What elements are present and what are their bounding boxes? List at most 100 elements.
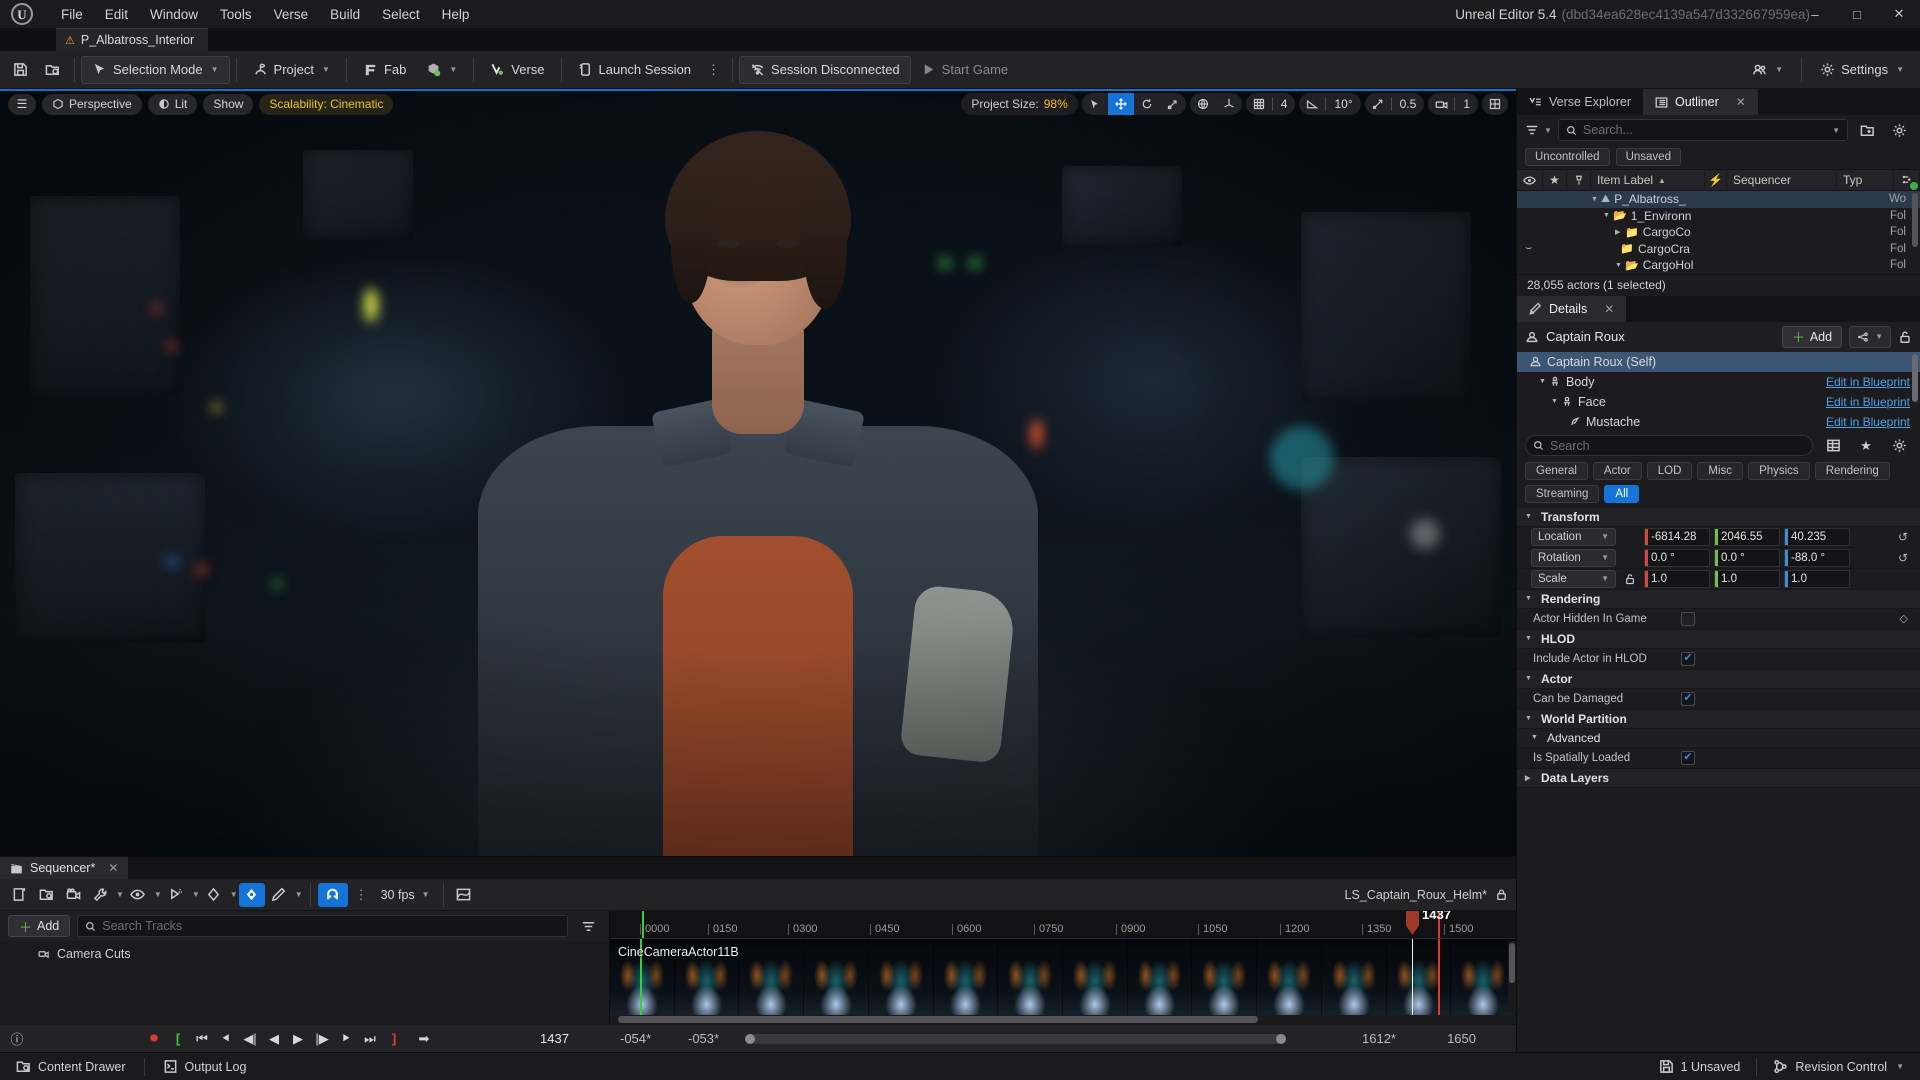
next-key-icon[interactable]: ⯈	[335, 1028, 357, 1050]
launch-session-button[interactable]: Launch Session	[568, 56, 702, 84]
can-be-damaged-checkbox[interactable]	[1681, 692, 1695, 706]
grid-snap-icon[interactable]	[1246, 93, 1272, 115]
magnet-icon[interactable]	[318, 883, 348, 907]
menu-build[interactable]: Build	[319, 0, 371, 28]
filter-icon[interactable]: ▼	[1525, 123, 1552, 137]
column-item-label[interactable]: Item Label ▲	[1591, 169, 1705, 191]
component-scrollbar[interactable]	[1912, 354, 1918, 402]
unreal-logo[interactable]: U	[0, 0, 44, 28]
chevron-down-icon[interactable]: ▼	[1832, 126, 1840, 135]
set-start-bracket-icon[interactable]: [	[167, 1028, 189, 1050]
menu-edit[interactable]: Edit	[94, 0, 139, 28]
fps-selector[interactable]: 30 fps ▼	[375, 888, 436, 902]
world-space-icon[interactable]	[1190, 93, 1216, 115]
outliner-row-cargohol[interactable]: ▼ 📂 CargoHol Fol	[1517, 257, 1920, 274]
timeline-range-slider[interactable]	[745, 1034, 1286, 1044]
include-hlod-checkbox[interactable]	[1681, 652, 1695, 666]
expand-triangle-icon[interactable]: ▼	[1539, 378, 1549, 385]
revision-control-button[interactable]: Revision Control ▼	[1763, 1055, 1914, 1079]
filter-misc[interactable]: Misc	[1697, 462, 1743, 480]
snap-options-icon[interactable]: ⋮	[349, 887, 374, 903]
section-data-layers[interactable]: ▶ Data Layers	[1517, 769, 1920, 788]
rotation-x-input[interactable]: 0.0 °	[1644, 549, 1710, 567]
add-component-button[interactable]: ＋ Add	[1782, 326, 1842, 348]
columns-icon[interactable]	[1820, 434, 1846, 458]
eye-closed-icon[interactable]: ⌣	[1525, 242, 1532, 255]
sequencer-timeline[interactable]: 0000 0150 0300 0450 0600 0750 0900 1050 …	[610, 911, 1516, 1024]
set-end-bracket-icon[interactable]: ]	[383, 1028, 405, 1050]
outliner-row-albatross[interactable]: ▼ ⛰ P_Albatross_ Wo	[1517, 191, 1920, 208]
expand-triangle-icon[interactable]: ▼	[1603, 212, 1613, 219]
select-arrow-icon[interactable]	[1082, 93, 1108, 115]
range-out-value[interactable]: 1612*	[1362, 1031, 1396, 1046]
keyframe-diamond-icon[interactable]: ◇	[1900, 612, 1908, 625]
column-settings-icon[interactable]	[1894, 169, 1920, 191]
scale-lock-icon[interactable]	[1624, 573, 1636, 585]
keyframe-options-icon[interactable]	[201, 883, 227, 907]
rotation-z-input[interactable]: -88.0 °	[1784, 549, 1850, 567]
level-viewport[interactable]: ☰ Perspective Lit Show Scalability: Cine…	[0, 89, 1516, 856]
new-sequence-icon[interactable]	[6, 883, 32, 907]
new-folder-icon[interactable]	[1854, 118, 1880, 142]
hamburger-icon[interactable]: ☰	[8, 94, 36, 115]
maximize-button[interactable]: □	[1836, 0, 1878, 28]
scale-snap-value[interactable]: 0.5	[1392, 93, 1425, 115]
filter-physics[interactable]: Physics	[1748, 462, 1810, 480]
star-icon[interactable]: ★	[1543, 169, 1567, 191]
start-game-button[interactable]: Start Game	[911, 56, 1018, 84]
star-icon[interactable]: ★	[1853, 434, 1879, 458]
scale-x-input[interactable]: 1.0	[1644, 570, 1710, 588]
reset-rotation-icon[interactable]: ↺	[1898, 551, 1908, 565]
column-sequencer[interactable]: Sequencer	[1727, 169, 1837, 191]
scale-snap-icon[interactable]	[1365, 93, 1391, 115]
location-x-input[interactable]: -6814.28	[1644, 528, 1710, 546]
bolt-icon[interactable]: ⚡	[1705, 169, 1727, 191]
curve-editor-icon[interactable]	[451, 883, 477, 907]
tab-outliner[interactable]: Outliner ✕	[1643, 89, 1758, 115]
camera-speed-value[interactable]: 1	[1455, 93, 1478, 115]
move-gizmo-icon[interactable]	[1108, 93, 1134, 115]
scalability-warning[interactable]: Scalability: Cinematic	[259, 94, 393, 115]
view-mode-button[interactable]: Lit	[148, 94, 198, 115]
play-icon[interactable]: ▶	[287, 1028, 309, 1050]
section-transform[interactable]: ▼ Transform	[1517, 508, 1920, 527]
playhead-handle[interactable]	[1406, 911, 1419, 935]
tab-verse-explorer[interactable]: Verse Explorer	[1517, 89, 1643, 115]
outliner-row-cargocra[interactable]: ⌣ 📁 CargoCra Fol	[1517, 241, 1920, 258]
expand-triangle-icon[interactable]: ▼	[1591, 196, 1601, 203]
scale-z-input[interactable]: 1.0	[1784, 570, 1850, 588]
track-row[interactable]: Camera Cuts	[10, 941, 609, 967]
blueprint-menu-button[interactable]: ▼	[1849, 326, 1891, 348]
content-browser-icon[interactable]	[36, 54, 68, 86]
section-hlod[interactable]: ▼ HLOD	[1517, 630, 1920, 649]
edit-in-blueprint-link[interactable]: Edit in Blueprint	[1826, 395, 1910, 409]
grid-size-value[interactable]: 4	[1273, 93, 1296, 115]
unlock-icon[interactable]	[1898, 330, 1912, 344]
current-frame-value[interactable]: 1437	[540, 1031, 569, 1046]
camera-icon[interactable]	[1428, 93, 1454, 115]
open-sequence-icon[interactable]	[33, 883, 59, 907]
range-start-value[interactable]: -054*	[620, 1031, 651, 1046]
filter-streaming[interactable]: Streaming	[1525, 485, 1599, 503]
unsaved-button[interactable]: 1 Unsaved	[1649, 1055, 1751, 1079]
step-back-icon[interactable]: ◀|	[239, 1028, 261, 1050]
chevron-down-icon[interactable]: ▼	[192, 890, 200, 899]
filter-actor[interactable]: Actor	[1593, 462, 1642, 480]
info-icon[interactable]: ⓘ	[6, 1028, 28, 1050]
pin-icon[interactable]	[1567, 169, 1591, 191]
section-rendering[interactable]: ▼ Rendering	[1517, 590, 1920, 609]
track-filter-icon[interactable]	[575, 914, 601, 938]
spatially-loaded-checkbox[interactable]	[1681, 751, 1695, 765]
scale-gizmo-icon[interactable]	[1160, 93, 1186, 115]
component-row-body[interactable]: ▼ Body Edit in Blueprint	[1517, 372, 1920, 392]
playback-options-icon[interactable]	[163, 883, 189, 907]
timeline-ruler[interactable]: 0000 0150 0300 0450 0600 0750 0900 1050 …	[610, 911, 1516, 939]
edit-in-blueprint-link[interactable]: Edit in Blueprint	[1826, 375, 1910, 389]
expand-triangle-icon[interactable]: ▼	[1551, 398, 1561, 405]
add-track-button[interactable]: ＋ Add	[8, 915, 70, 937]
launch-options-icon[interactable]: ⋮	[701, 62, 726, 78]
rotate-gizmo-icon[interactable]	[1134, 93, 1160, 115]
session-status-button[interactable]: Session Disconnected	[739, 56, 911, 84]
menu-verse[interactable]: Verse	[263, 0, 320, 28]
output-log-button[interactable]: Output Log	[153, 1055, 257, 1079]
